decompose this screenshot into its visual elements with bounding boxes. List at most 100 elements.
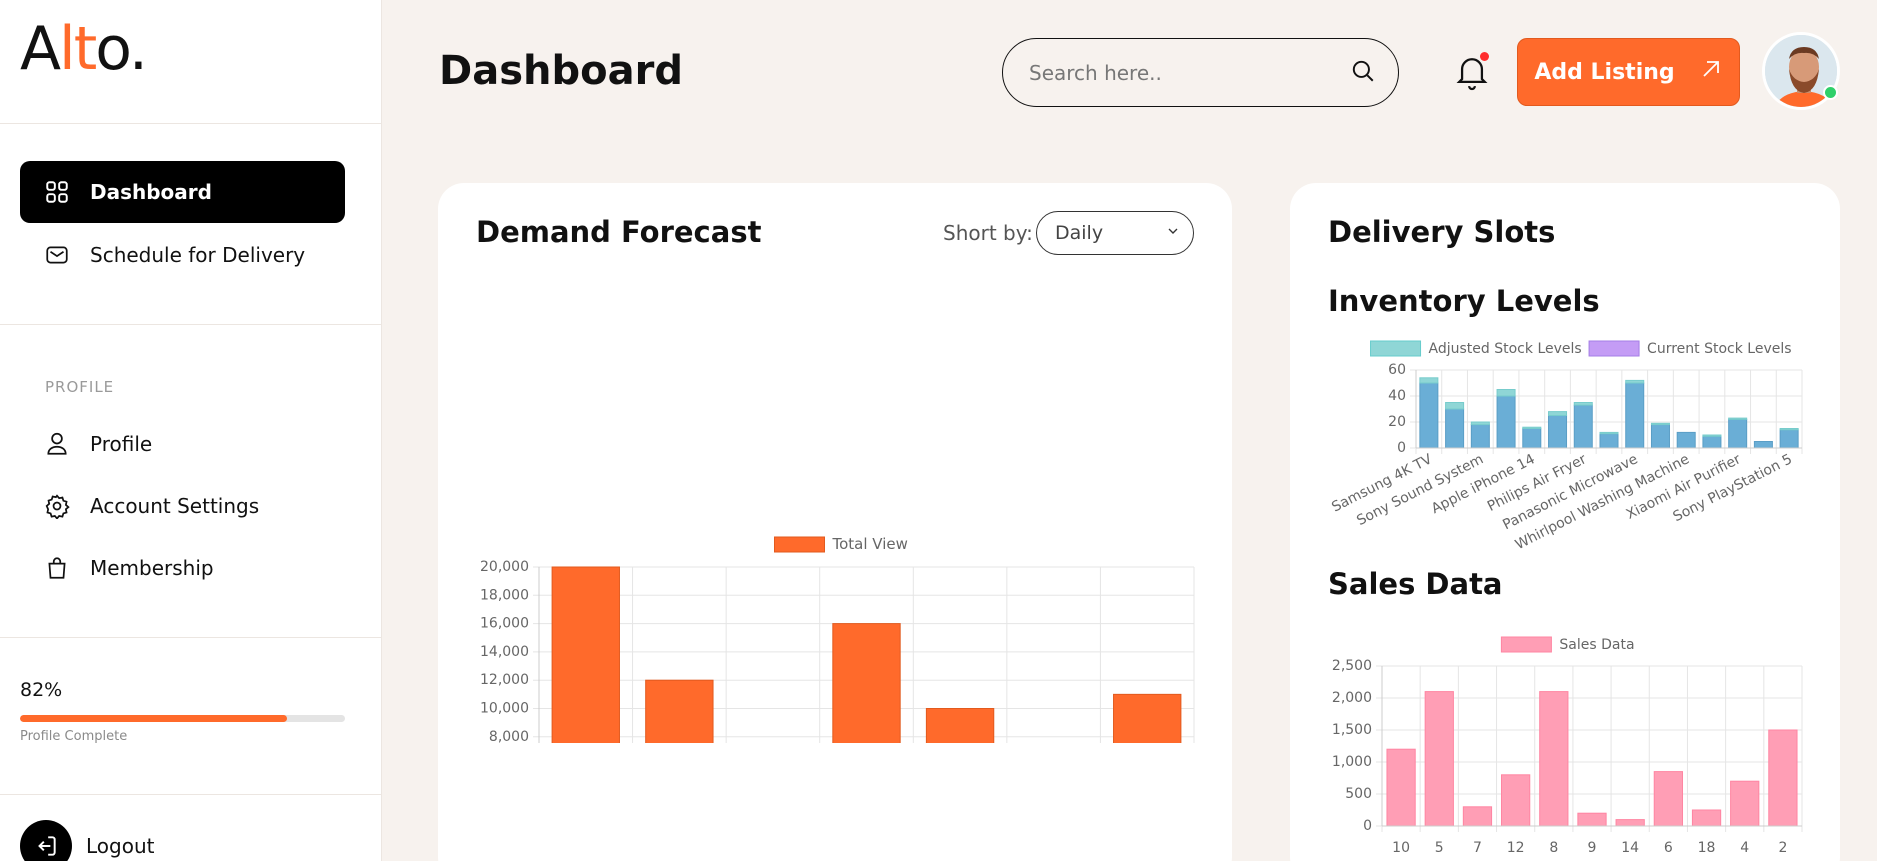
x-tick-label: 5 [1435, 840, 1444, 856]
y-tick-label: 14,000 [480, 644, 529, 660]
nav-item-schedule-delivery[interactable]: Schedule for Delivery [20, 224, 345, 286]
x-tick-label: 14 [1621, 840, 1639, 856]
legend-swatch [1500, 636, 1552, 653]
logout-icon [20, 820, 72, 861]
bar [1779, 428, 1799, 431]
brand-logo[interactable]: Alto. [20, 14, 148, 84]
bar [645, 679, 714, 743]
logout-button[interactable]: Logout [20, 820, 154, 861]
bar [1419, 382, 1439, 449]
y-tick-label: 10,000 [480, 701, 529, 717]
legend-swatch [1370, 340, 1422, 357]
y-tick-label: 2,500 [1332, 658, 1372, 674]
nav-item-dashboard[interactable]: Dashboard [20, 161, 345, 223]
bar [1599, 431, 1619, 435]
gear-icon [44, 493, 70, 519]
nav-item-label: Membership [90, 556, 214, 580]
arrow-up-right-icon [1699, 57, 1723, 87]
y-tick-label: 0 [1363, 818, 1372, 834]
bar [1573, 402, 1593, 406]
notification-bell[interactable] [1455, 52, 1491, 92]
bar [1730, 780, 1760, 827]
bar [1522, 426, 1542, 429]
bar [1573, 404, 1593, 449]
notification-dot [1480, 52, 1489, 61]
bar [1650, 424, 1670, 449]
y-tick-label: 500 [1345, 786, 1372, 802]
grid-icon [44, 179, 70, 205]
y-tick-label: 60 [1388, 362, 1406, 378]
inventory-levels-title: Inventory Levels [1328, 284, 1600, 318]
x-tick-label: 10 [1392, 840, 1410, 856]
card-title: Delivery Slots [1328, 215, 1556, 249]
add-listing-label: Add Listing [1534, 59, 1675, 85]
legend-label: Current Stock Levels [1647, 341, 1791, 357]
divider [0, 794, 382, 795]
bar [1728, 418, 1748, 449]
sort-value: Daily [1055, 222, 1104, 244]
bar [1445, 402, 1465, 410]
y-tick-label: 1,000 [1332, 754, 1372, 770]
search-icon[interactable] [1350, 58, 1376, 88]
bar [1650, 422, 1670, 426]
x-tick-label: 12 [1507, 840, 1525, 856]
legend-swatch [1588, 340, 1640, 357]
search-input[interactable] [1029, 60, 1350, 85]
nav-item-profile[interactable]: Profile [20, 413, 345, 475]
bar [1496, 389, 1516, 397]
bar [1113, 693, 1182, 743]
y-tick-label: 16,000 [480, 616, 529, 632]
y-tick-label: 40 [1388, 388, 1406, 404]
profile-progress-bar [20, 715, 345, 722]
sidebar: Alto. Dashboard Schedule for Delivery PR… [0, 0, 382, 861]
card-title: Demand Forecast [476, 215, 762, 249]
user-icon [44, 431, 70, 457]
mail-icon [44, 242, 70, 268]
bar [1419, 377, 1439, 384]
bar [1753, 441, 1773, 449]
chevron-down-icon [1165, 222, 1181, 244]
legend-label: Sales Data [1559, 637, 1634, 653]
profile-progress-percent: 82% [20, 679, 63, 701]
bar [1702, 434, 1722, 437]
legend-label: Total View [832, 535, 908, 553]
y-tick-label: 20,000 [480, 559, 529, 575]
inventory-levels-chart: Adjusted Stock Levels Current Stock Level… [1329, 340, 1803, 553]
search-bar[interactable] [1002, 38, 1399, 107]
x-tick-label: 9 [1588, 840, 1597, 856]
bar [1728, 417, 1748, 420]
add-listing-button[interactable]: Add Listing [1517, 38, 1740, 106]
bar [1779, 429, 1799, 449]
bar [1522, 428, 1542, 449]
y-tick-label: 1,500 [1332, 722, 1372, 738]
page-title: Dashboard [439, 48, 683, 94]
bar [1653, 771, 1683, 827]
y-tick-label: 20 [1388, 414, 1406, 430]
bar [1625, 382, 1645, 449]
bar [1615, 819, 1645, 827]
bar [1501, 774, 1531, 827]
sort-select[interactable]: Daily [1036, 211, 1194, 255]
legend-swatch [774, 536, 825, 553]
bar [1691, 809, 1722, 827]
bar [1548, 415, 1568, 449]
bar [1539, 691, 1569, 827]
legend-label: Adjusted Stock Levels [1429, 341, 1582, 357]
nav-item-membership[interactable]: Membership [20, 537, 345, 599]
x-tick-label: 18 [1698, 840, 1716, 856]
bar [1496, 395, 1516, 449]
nav-item-account-settings[interactable]: Account Settings [20, 475, 345, 537]
nav-item-label: Profile [90, 432, 153, 456]
bag-icon [44, 555, 70, 581]
bar [1462, 806, 1493, 827]
section-label-profile: PROFILE [45, 378, 115, 396]
x-tick-label: 8 [1549, 840, 1558, 856]
nav-item-label: Schedule for Delivery [90, 243, 306, 267]
bell-icon [1455, 58, 1489, 96]
demand-forecast-card: Demand Forecast Short by: Daily Total Vi… [438, 183, 1232, 861]
sales-data-chart: Sales Data 0 500 1,000 1,500 2,000 2,500 10 5 7 12… [1332, 636, 1803, 856]
bar [1424, 691, 1454, 827]
bar [832, 623, 901, 743]
demand-forecast-chart: Total View02,0004,0006,0008,00010,00012,… [480, 535, 1195, 743]
x-tick-label: 2 [1778, 840, 1787, 856]
